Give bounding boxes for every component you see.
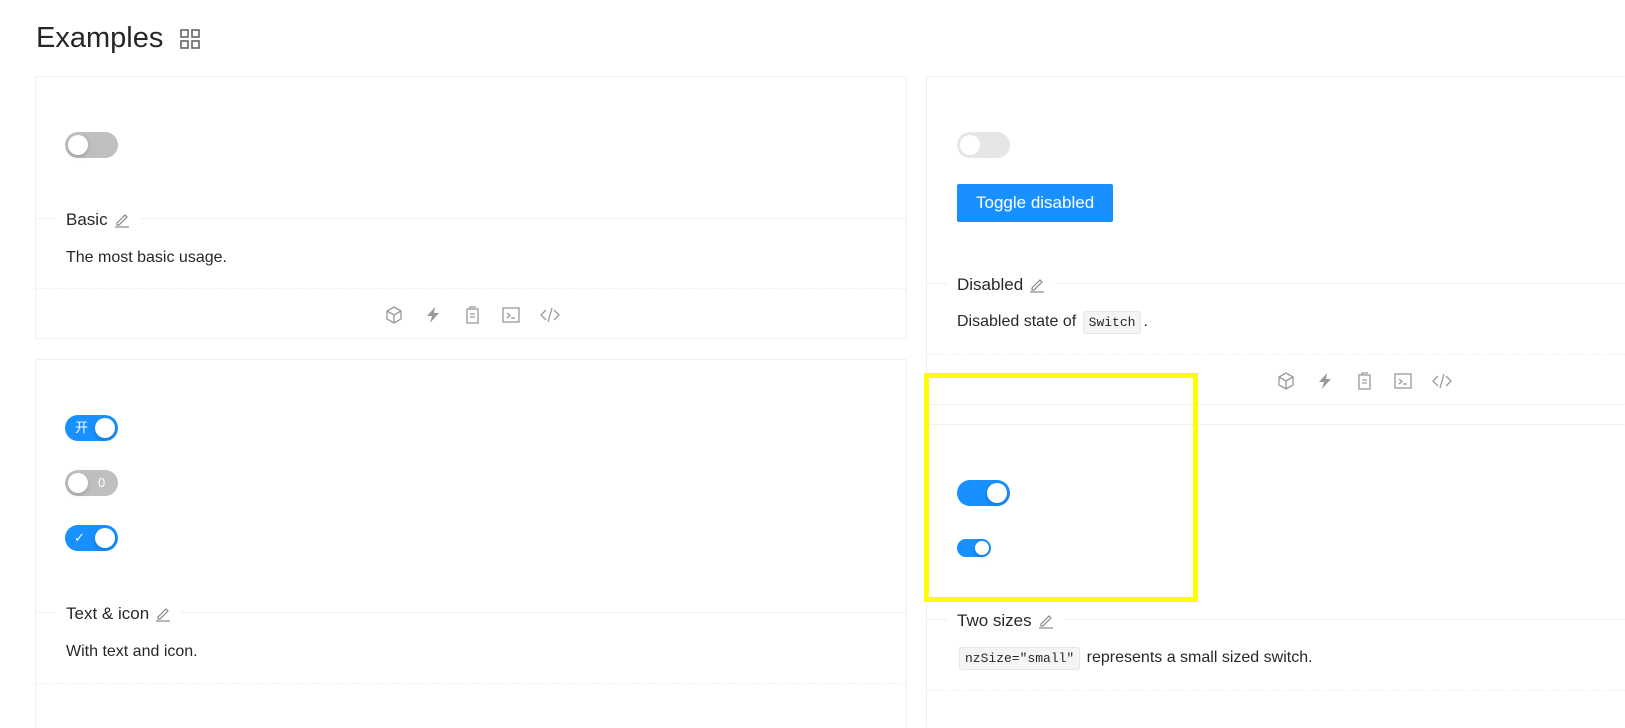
- toggle-disabled-button[interactable]: Toggle disabled: [957, 184, 1114, 222]
- desc-text: Disabled state of: [957, 313, 1077, 330]
- switch-text: 开: [75, 420, 89, 435]
- page-header: Examples: [36, 22, 201, 55]
- card-title-text: Text & icon: [66, 604, 150, 623]
- edit-icon[interactable]: [155, 606, 171, 622]
- desc-text: .: [1143, 313, 1148, 330]
- text-switch-on[interactable]: 开: [65, 415, 118, 441]
- codesandbox-icon[interactable]: [1276, 371, 1296, 391]
- code-icon[interactable]: [1432, 371, 1452, 391]
- card-title-text-icon: Text & icon: [56, 604, 182, 624]
- icon-switch-on[interactable]: ✓: [65, 525, 118, 551]
- small-size-switch[interactable]: [957, 539, 991, 557]
- card-title-text: Two sizes: [957, 611, 1032, 630]
- stackblitz-icon[interactable]: [423, 305, 443, 325]
- code-snippet: Switch: [1082, 311, 1142, 334]
- copy-icon[interactable]: [462, 305, 482, 325]
- card-basic: Basic The most basic usage.: [35, 76, 907, 339]
- edit-icon[interactable]: [114, 212, 130, 228]
- card-actions: [1276, 371, 1452, 391]
- text-switch-off[interactable]: 0: [65, 470, 118, 496]
- page-title: Examples: [36, 22, 164, 54]
- codesandbox-icon[interactable]: [384, 305, 404, 325]
- card-text-icon: 开 0 ✓ Text & icon With text and icon.: [35, 359, 907, 728]
- card-description: Disabled state of Switch.: [957, 311, 1148, 334]
- copy-icon[interactable]: [1354, 371, 1374, 391]
- code-snippet: nzSize="small": [959, 647, 1081, 670]
- default-size-switch[interactable]: [957, 480, 1010, 506]
- card-description: The most basic usage.: [66, 249, 227, 266]
- stackblitz-icon[interactable]: [1315, 371, 1335, 391]
- edit-icon[interactable]: [1029, 277, 1045, 293]
- edit-icon[interactable]: [1038, 613, 1054, 629]
- card-title-text: Basic: [66, 210, 108, 229]
- grid-icon[interactable]: [179, 28, 201, 50]
- card-title-disabled: Disabled: [947, 275, 1056, 295]
- disabled-switch: [957, 132, 1010, 158]
- check-icon: ✓: [74, 530, 85, 545]
- basic-switch[interactable]: [65, 132, 118, 158]
- card-two-sizes: Two sizes nzSize="small" represents a sm…: [926, 424, 1625, 728]
- card-actions: [384, 305, 560, 325]
- code-icon[interactable]: [540, 305, 560, 325]
- desc-text: represents a small sized switch.: [1086, 649, 1313, 666]
- card-description: With text and icon.: [66, 643, 198, 660]
- terminal-icon[interactable]: [1393, 371, 1413, 391]
- card-disabled: Toggle disabled Disabled Disabled state …: [926, 76, 1625, 405]
- page: Examples Basic The most basic usage. 开 0…: [0, 0, 1625, 728]
- switch-text: 0: [98, 475, 106, 490]
- card-description: nzSize="small" represents a small sized …: [957, 647, 1313, 670]
- card-title-two-sizes: Two sizes: [947, 611, 1064, 631]
- terminal-icon[interactable]: [501, 305, 521, 325]
- card-title-text: Disabled: [957, 275, 1024, 294]
- card-title-basic: Basic: [56, 210, 140, 230]
